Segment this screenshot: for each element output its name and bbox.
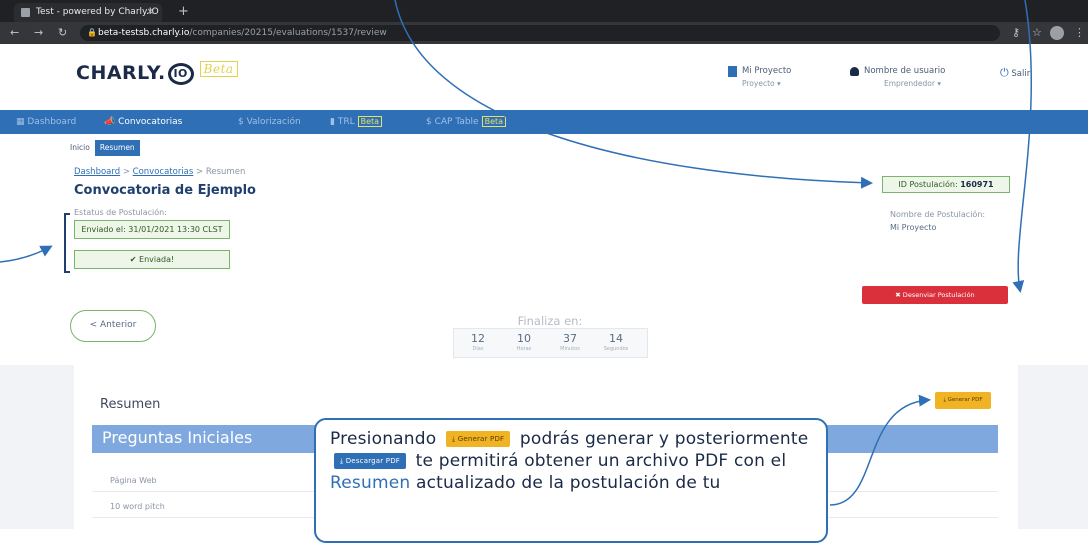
arrow-to-id <box>394 0 873 189</box>
callout-text-4: actualizado de la postulación de tu <box>415 473 721 493</box>
callout-generate-pdf-chip: ⤓ Generar PDF <box>445 431 511 447</box>
callout-text-3: te permitirá obtener un archivo PDF con … <box>415 451 787 471</box>
callout-text-1: Presionando <box>330 429 437 449</box>
arrow-to-status <box>0 245 53 263</box>
callout-download-pdf-chip: ⤓ Descargar PDF <box>334 453 407 469</box>
arrow-to-generate <box>829 394 931 506</box>
callout-resumen-link[interactable]: Resumen <box>330 473 410 493</box>
callout-text-2: podrás generar y posteriormente <box>519 429 809 449</box>
help-callout: Presionando ⤓ Generar PDF podrás generar… <box>314 418 828 543</box>
arrow-to-unsubmit <box>1012 0 1033 293</box>
